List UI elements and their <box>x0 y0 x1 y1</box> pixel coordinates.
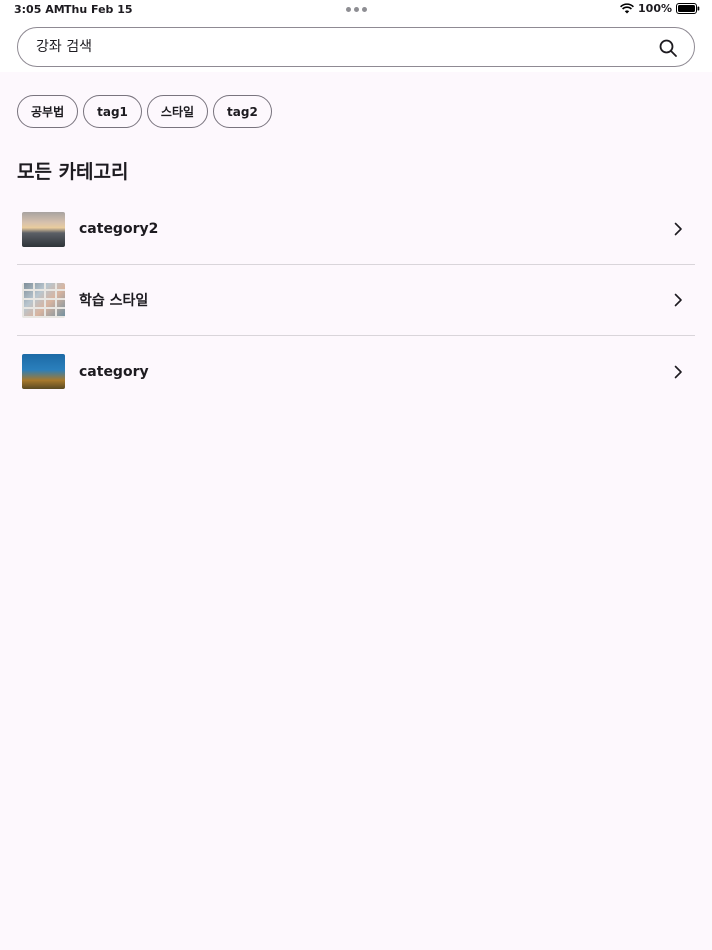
chevron-right-icon <box>674 222 682 236</box>
status-indicators: 100% <box>620 2 700 15</box>
category-label: 학습 스타일 <box>79 293 149 309</box>
search-header <box>0 20 712 72</box>
battery-icon <box>676 3 700 14</box>
category-row[interactable]: 학습 스타일 <box>17 265 695 336</box>
wifi-icon <box>620 3 634 14</box>
battery-percent: 100% <box>638 2 672 15</box>
chip-style[interactable]: 스타일 <box>146 95 209 128</box>
multitasking-dots-icon[interactable] <box>346 7 367 12</box>
status-date: Thu Feb 15 <box>64 3 133 16</box>
search-icon[interactable] <box>658 38 678 58</box>
chevron-right-icon <box>674 293 682 307</box>
category-row[interactable]: category <box>17 336 695 407</box>
status-time: 3:05 AM <box>14 3 65 16</box>
category-thumbnail <box>22 282 65 318</box>
category-thumbnail <box>22 211 65 247</box>
category-thumbnail <box>22 354 65 389</box>
tag-chips: 공부법 tag1 스타일 tag2 <box>17 95 272 128</box>
category-list: category2 학습 스타일 category <box>17 194 695 407</box>
category-row[interactable]: category2 <box>17 194 695 265</box>
chevron-right-icon <box>674 365 682 378</box>
category-label: category2 <box>79 221 159 237</box>
chip-study-method[interactable]: 공부법 <box>17 95 79 128</box>
chip-tag2[interactable]: tag2 <box>213 95 272 128</box>
search-bar[interactable] <box>17 27 695 67</box>
section-title: 모든 카테고리 <box>17 161 129 183</box>
category-label: category <box>79 363 149 380</box>
status-bar: 3:05 AM Thu Feb 15 100% <box>0 0 712 20</box>
search-input[interactable] <box>36 28 636 66</box>
chip-tag1[interactable]: tag1 <box>83 95 142 128</box>
